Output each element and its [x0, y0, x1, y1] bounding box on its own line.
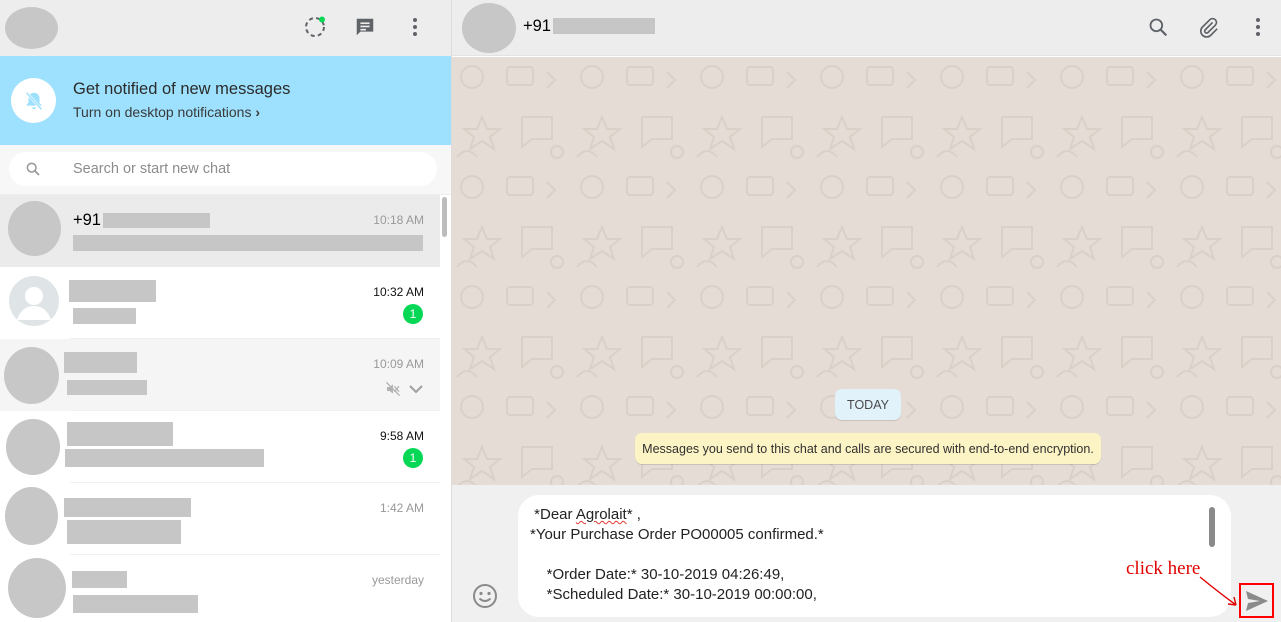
- avatar: [5, 487, 58, 545]
- whatsapp-web-app: Get notified of new messages Turn on des…: [0, 0, 1281, 622]
- menu-icon[interactable]: [1245, 14, 1271, 40]
- message-area: TODAY Messages you send to this chat and…: [452, 57, 1281, 485]
- emoji-icon[interactable]: [471, 582, 499, 610]
- sidebar: Get notified of new messages Turn on des…: [0, 0, 452, 622]
- status-icon[interactable]: [302, 14, 328, 40]
- chat-list: +91 10:18 AM 10:32 AM 1 10:09 AM 9:58 AM…: [0, 195, 440, 622]
- encryption-notice[interactable]: Messages you send to this chat and calls…: [635, 433, 1101, 464]
- unread-badge: 1: [403, 304, 423, 324]
- attach-icon[interactable]: [1195, 14, 1221, 40]
- chat-time: 1:42 AM: [379, 501, 424, 515]
- menu-icon[interactable]: [402, 14, 428, 40]
- annotation-arrow-icon: [1199, 576, 1237, 606]
- muted-icon: [385, 381, 401, 397]
- redacted-name: [64, 498, 191, 517]
- search-input[interactable]: [73, 152, 423, 186]
- compose-line: *Scheduled Date:* 30-10-2019 00:00:00,: [530, 586, 817, 603]
- message-input[interactable]: *Dear Agrolait* , *Your Purchase Order P…: [518, 495, 1231, 617]
- annotation-label: click here: [1126, 558, 1201, 579]
- chat-time: yesterday: [371, 573, 424, 587]
- redacted-preview: [67, 520, 181, 544]
- contact-avatar[interactable]: [462, 3, 516, 53]
- redacted-name: [69, 280, 156, 302]
- notification-banner[interactable]: Get notified of new messages Turn on des…: [0, 56, 451, 145]
- redacted-name: [67, 422, 173, 446]
- sidebar-header: [0, 0, 451, 56]
- default-avatar-icon: [9, 276, 59, 326]
- chat-list-item[interactable]: yesterday: [0, 555, 440, 622]
- chat-time: 9:58 AM: [379, 429, 424, 443]
- compose-text[interactable]: *Dear Agrolait* , *Your Purchase Order P…: [530, 505, 1200, 605]
- compose-line: *Your Purchase Order PO00005 confirmed.*: [530, 526, 824, 543]
- notification-link-label: Turn on desktop notifications: [73, 104, 252, 120]
- conversation-pane: +91 TODAY Messages you send to this chat…: [452, 0, 1281, 622]
- chat-list-scrollbar[interactable]: [442, 197, 447, 237]
- chat-list-item[interactable]: 10:09 AM: [0, 339, 440, 411]
- chat-list-item[interactable]: 1:42 AM: [0, 483, 440, 555]
- redacted-contact-number: [553, 18, 655, 34]
- unread-badge: 1: [403, 448, 423, 468]
- redacted-name: [103, 213, 210, 228]
- redacted-preview: [73, 595, 198, 613]
- avatar: [8, 558, 66, 618]
- compose-scrollbar[interactable]: [1209, 507, 1215, 547]
- avatar: [6, 419, 60, 475]
- notification-title: Get notified of new messages: [73, 80, 291, 98]
- send-icon: [1245, 590, 1268, 611]
- search-icon[interactable]: [1145, 14, 1171, 40]
- avatar: [8, 201, 61, 256]
- search-icon: [26, 162, 40, 176]
- chevron-right-icon: ›: [255, 104, 261, 120]
- search-box: [9, 152, 437, 186]
- redacted-preview: [73, 308, 136, 324]
- misspelled-word: Agrolait: [575, 506, 627, 523]
- enable-notifications-link[interactable]: Turn on desktop notifications ›: [73, 104, 260, 120]
- compose-footer: *Dear Agrolait* , *Your Purchase Order P…: [452, 485, 1281, 622]
- redacted-name: [64, 352, 137, 373]
- send-button[interactable]: [1239, 583, 1274, 618]
- redacted-preview: [65, 449, 264, 467]
- chat-name: +91: [73, 211, 101, 229]
- contact-name: +91: [523, 17, 551, 35]
- chevron-down-icon[interactable]: [408, 383, 424, 395]
- redacted-preview: [73, 235, 423, 251]
- compose-line: *Dear Agrolait* ,: [530, 506, 641, 523]
- chat-time: 10:09 AM: [373, 357, 424, 371]
- chat-time: 10:18 AM: [373, 213, 424, 227]
- new-chat-icon[interactable]: [352, 14, 378, 40]
- redacted-preview: [67, 380, 147, 395]
- doodle-background: [452, 57, 1281, 485]
- avatar: [4, 347, 59, 404]
- redacted-name: [72, 571, 127, 588]
- date-divider: TODAY: [835, 389, 901, 420]
- conversation-header[interactable]: +91: [452, 0, 1281, 56]
- chat-list-item[interactable]: +91 10:18 AM: [0, 195, 440, 267]
- compose-line: *Order Date:* 30-10-2019 04:26:49,: [530, 566, 785, 583]
- chat-time: 10:32 AM: [373, 285, 424, 299]
- notification-bell-off-icon: [11, 78, 56, 123]
- my-avatar[interactable]: [5, 7, 58, 49]
- chat-list-item[interactable]: 10:32 AM 1: [0, 267, 440, 339]
- search-bar: [0, 145, 451, 195]
- chat-list-item[interactable]: 9:58 AM 1: [0, 411, 440, 483]
